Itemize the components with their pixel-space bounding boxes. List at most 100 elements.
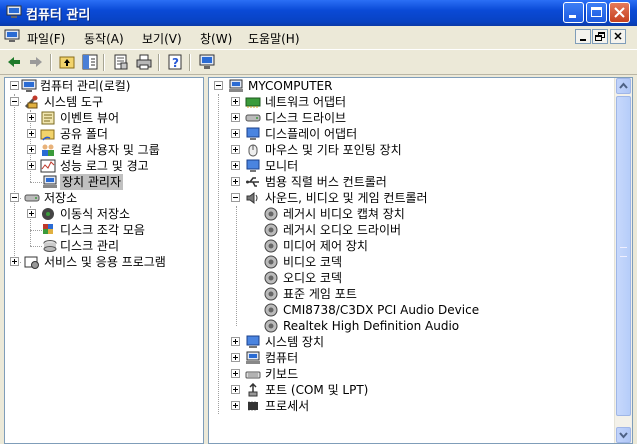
child-minimize-button[interactable] [575,29,591,44]
child-close-button[interactable] [610,29,626,44]
tree-item-system-tools[interactable]: 시스템 도구 [7,94,202,110]
performance-logs-icon [40,159,56,173]
processor-icon [248,401,258,411]
expand-toggle[interactable] [10,257,19,266]
print-icon[interactable] [135,53,153,71]
tree-item-computer-management-local[interactable]: 컴퓨터 관리(로컬) [7,78,202,94]
tree-item-label: 서비스 및 응용 프로그램 [44,255,166,269]
expand-toggle[interactable] [231,161,240,170]
menu-action[interactable]: 동작(A) [84,30,124,47]
device-label: 레거시 오디오 드라이버 [283,223,402,237]
collapse-toggle[interactable] [231,193,240,202]
expand-toggle[interactable] [231,145,240,154]
monitor-icon [246,159,260,172]
menu-help[interactable]: 도움말(H) [248,30,300,47]
scroll-up-button[interactable] [616,78,631,94]
collapse-toggle[interactable] [10,193,19,202]
collapse-toggle[interactable] [10,81,19,90]
computer-name: MYCOMPUTER [248,79,333,93]
vertical-scrollbar[interactable] [614,78,632,443]
removable-storage-icon [42,208,54,220]
menu-bar: 파일(F) 동작(A) 보기(V) 창(W) 도움말(H) [0,26,637,48]
expand-toggle[interactable] [231,337,240,346]
collapse-toggle[interactable] [214,81,223,90]
tree-item-storage[interactable]: 저장소 [7,190,202,206]
disk-management-icon [43,240,57,252]
device-label: 마우스 및 기타 포인팅 장치 [265,143,402,157]
expand-toggle[interactable] [231,97,240,106]
tree-item-shared-folders[interactable]: 공유 폴더 [7,126,202,142]
device-manager-icon [43,175,57,188]
expand-toggle[interactable] [231,177,240,186]
menu-file[interactable]: 파일(F) [27,30,65,47]
back-arrow-icon[interactable] [5,53,23,71]
computer-management-icon[interactable] [4,29,20,43]
scroll-thumb[interactable] [616,96,631,416]
expand-toggle[interactable] [231,385,240,394]
defrag-icon [43,224,53,234]
device-label: 디스플레이 어댑터 [265,127,358,141]
close-button[interactable] [609,2,630,23]
expand-toggle[interactable] [27,161,36,170]
tree-item-label: 저장소 [44,191,78,205]
audio-device-icon [264,255,278,269]
show-hide-tree-icon[interactable] [81,53,99,71]
menu-view[interactable]: 보기(V) [142,30,182,47]
device-list-pane[interactable]: MYCOMPUTER 네트워크 어댑터 디스크 드라이브 디스플레이 어댑터 마우스 … [208,77,633,444]
tree-item-services-applications[interactable]: 서비스 및 응용 프로그램 [7,254,202,270]
audio-device-icon [264,239,278,253]
tree-item-label: 공유 폴더 [60,127,108,141]
help-icon[interactable]: ? [166,53,184,71]
toolbar: ? [0,49,637,75]
tree-item-disk-management[interactable]: 디스크 관리 [7,238,202,254]
up-folder-icon[interactable] [58,53,76,71]
audio-device-icon [264,207,278,221]
toolbar-separator [189,54,191,71]
scan-hardware-icon[interactable] [198,53,216,71]
computer-icon [229,79,243,92]
disk-drive-icon [245,114,261,122]
maximize-button[interactable] [586,2,607,23]
scroll-down-button[interactable] [616,427,631,443]
properties-icon[interactable] [112,53,130,71]
tree-item-disk-defragmenter[interactable]: 디스크 조각 모음 [7,222,202,238]
expand-toggle[interactable] [231,401,240,410]
expand-toggle[interactable] [27,113,36,122]
device-label: 컴퓨터 [265,351,299,365]
tree-item-event-viewer[interactable]: 이벤트 뷰어 [7,110,202,126]
toolbar-separator [50,54,52,71]
menu-window[interactable]: 창(W) [200,30,232,47]
expand-toggle[interactable] [231,369,240,378]
collapse-toggle[interactable] [10,97,19,106]
audio-device-icon [264,223,278,237]
tree-item-label: 디스크 관리 [60,239,120,253]
expand-toggle[interactable] [27,145,36,154]
computer-management-icon [6,5,22,18]
expand-toggle[interactable] [27,209,36,218]
title-bar[interactable]: 컴퓨터 관리 [0,0,637,26]
minimize-button[interactable] [563,2,584,23]
device-label: Realtek High Definition Audio [283,319,460,333]
audio-device-icon [264,287,278,301]
tree-item-performance-logs[interactable]: 성능 로그 및 경고 [7,158,202,174]
device-label: 사운드, 비디오 및 게임 컨트롤러 [265,191,428,205]
tree-item-label: 컴퓨터 관리(로컬) [40,79,131,93]
users-icon [42,144,54,156]
device-label: CMI8738/C3DX PCI Audio Device [283,303,480,317]
forward-arrow-icon[interactable] [27,53,45,71]
usb-icon [246,177,259,187]
computer-management-icon [21,79,37,92]
svg-text:?: ? [172,56,179,70]
device-label: 디스크 드라이브 [265,111,347,125]
child-restore-button[interactable] [592,29,608,44]
console-tree-pane[interactable]: 컴퓨터 관리(로컬) 시스템 도구 이벤트 뷰어 공유 폴더 로컬 사용자 및 … [4,77,204,444]
expand-toggle[interactable] [231,353,240,362]
expand-toggle[interactable] [231,113,240,122]
expand-toggle[interactable] [231,129,240,138]
device-label: 오디오 코덱 [283,271,343,285]
tree-item-local-users-groups[interactable]: 로컬 사용자 및 그룹 [7,142,202,158]
tree-item-removable-storage[interactable]: 이동식 저장소 [7,206,202,222]
expand-toggle[interactable] [27,129,36,138]
window-title: 컴퓨터 관리 [26,8,91,23]
tree-item-device-manager[interactable]: 장치 관리자 [7,174,202,190]
